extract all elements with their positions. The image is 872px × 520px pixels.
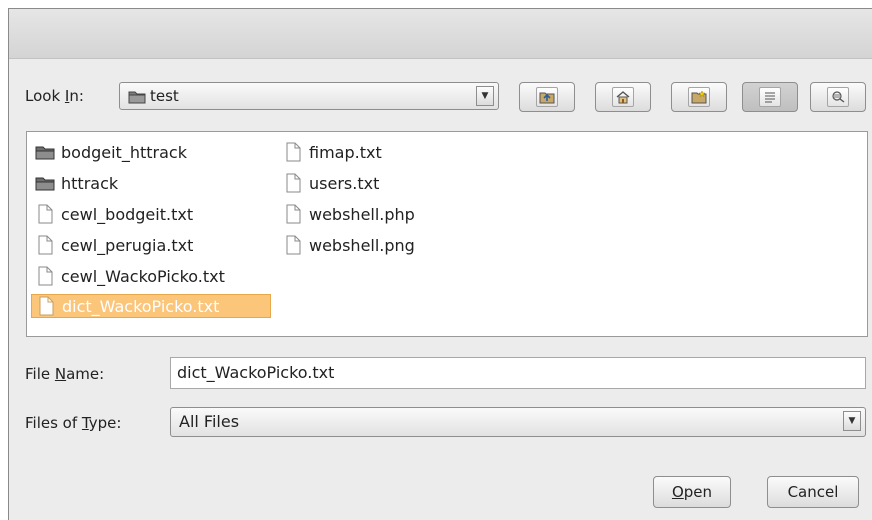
list-item[interactable]: cewl_perugia.txt: [31, 233, 197, 257]
file-list[interactable]: bodgeit_httrack httrack cewl_bodgeit.txt…: [26, 131, 868, 337]
dialog-titlebar[interactable]: [9, 9, 872, 59]
file-type-value: All Files: [179, 412, 240, 431]
list-item[interactable]: users.txt: [279, 171, 383, 195]
list-item-selected[interactable]: dict_WackoPicko.txt: [31, 294, 271, 318]
list-view-button[interactable]: [742, 82, 798, 112]
list-item[interactable]: cewl_bodgeit.txt: [31, 202, 197, 226]
chevron-down-icon[interactable]: ▼: [476, 86, 494, 106]
file-name-input[interactable]: dict_WackoPicko.txt: [170, 357, 866, 389]
list-view-icon: [759, 87, 781, 107]
folder-icon: [128, 89, 146, 108]
file-type-label: Files of Type:: [25, 414, 122, 432]
file-icon: [36, 296, 56, 316]
list-item[interactable]: webshell.png: [279, 233, 419, 257]
list-item[interactable]: bodgeit_httrack: [31, 140, 191, 164]
list-item[interactable]: httrack: [31, 171, 122, 195]
folder-icon: [35, 175, 55, 191]
file-name-label: File Name:: [25, 365, 105, 383]
file-icon: [283, 142, 303, 162]
up-folder-icon: [536, 87, 558, 107]
list-item[interactable]: fimap.txt: [279, 140, 386, 164]
look-in-value: test: [150, 87, 179, 105]
new-folder-icon: [688, 87, 710, 107]
home-icon: [612, 87, 634, 107]
file-icon: [35, 204, 55, 224]
details-view-button[interactable]: [810, 82, 866, 112]
folder-icon: [35, 144, 55, 160]
look-in-label: Look In:: [25, 87, 84, 105]
look-in-combo[interactable]: test ▼: [119, 82, 499, 110]
file-icon: [35, 266, 55, 286]
file-type-combo[interactable]: All Files ▼: [170, 407, 866, 437]
cancel-button[interactable]: Cancel: [767, 476, 859, 508]
home-button[interactable]: [595, 82, 651, 112]
file-icon: [283, 235, 303, 255]
file-icon: [283, 173, 303, 193]
file-icon: [283, 204, 303, 224]
up-one-level-button[interactable]: [519, 82, 575, 112]
create-new-folder-button[interactable]: [671, 82, 727, 112]
list-item[interactable]: cewl_WackoPicko.txt: [31, 264, 229, 288]
file-icon: [35, 235, 55, 255]
chevron-down-icon[interactable]: ▼: [843, 411, 861, 431]
list-item[interactable]: webshell.php: [279, 202, 419, 226]
open-button[interactable]: Open: [653, 476, 731, 508]
open-file-dialog: Look In: test ▼ bodgeit_httrack httrack …: [8, 8, 872, 520]
details-view-icon: [827, 87, 849, 107]
